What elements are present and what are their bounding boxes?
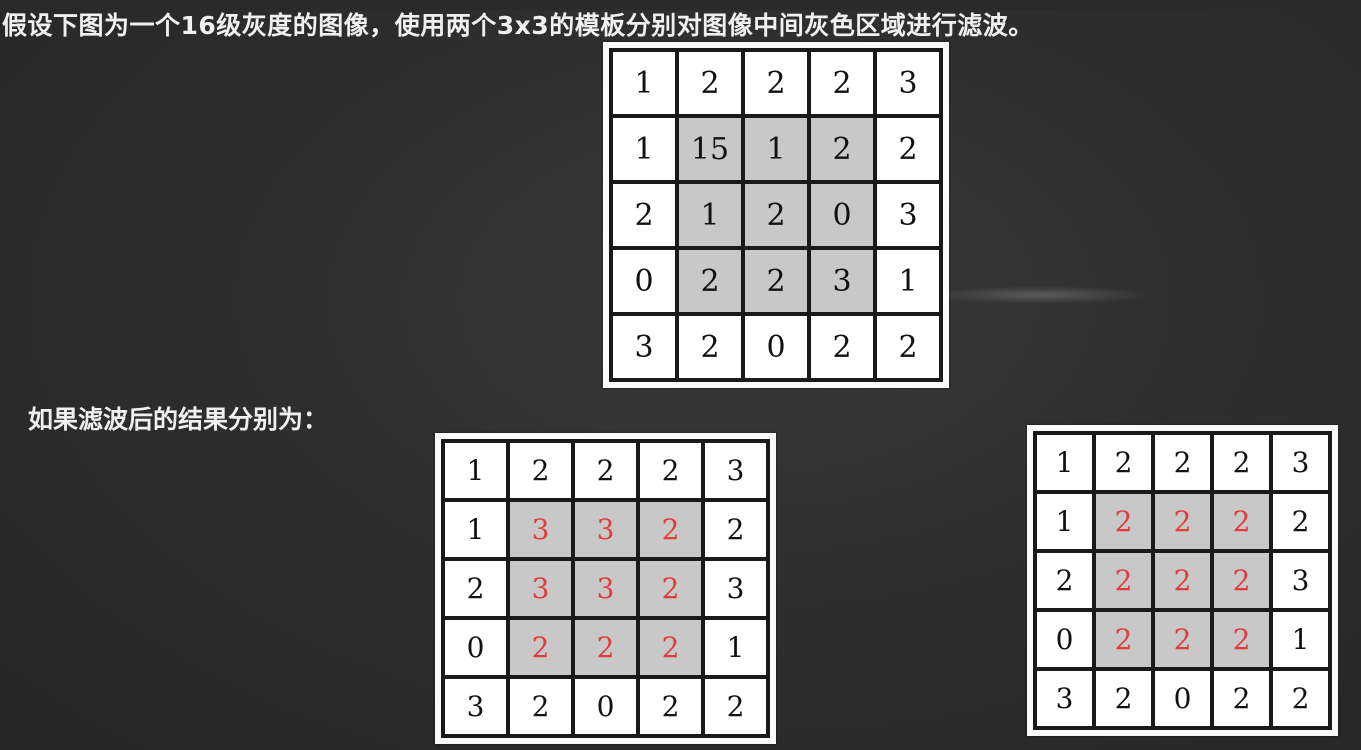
border-pixel-cell: 3 (875, 50, 941, 116)
border-pixel-cell: 2 (1212, 433, 1271, 492)
grid-row: 32022 (443, 677, 768, 736)
center-pixel-cell: 2 (1212, 610, 1271, 669)
border-pixel-cell: 2 (1094, 669, 1153, 728)
border-pixel-cell: 3 (703, 441, 768, 500)
border-pixel-cell: 2 (809, 50, 875, 116)
border-pixel-cell: 2 (703, 677, 768, 736)
screen-glare (930, 286, 1150, 304)
border-pixel-cell: 3 (1271, 433, 1330, 492)
border-pixel-cell: 3 (443, 677, 508, 736)
filtered-result-grid-a: 1222313322233230222132022 (435, 433, 776, 744)
border-pixel-cell: 2 (809, 314, 875, 380)
border-pixel-cell: 0 (443, 618, 508, 677)
original-image-grid: 1 2 2 2 3 1 15 1 2 2 2 1 2 0 3 0 2 2 3 1 3 2 0 2 2 (603, 42, 949, 388)
border-pixel-cell: 3 (1035, 669, 1094, 728)
border-pixel-cell: 2 (611, 182, 677, 248)
grid-row: 23323 (443, 559, 768, 618)
center-pixel-cell: 3 (573, 500, 638, 559)
question-text: 假设下图为一个16级灰度的图像，使用两个3x3的模板分别对图像中间灰色区域进行滤… (2, 11, 1034, 40)
grid-row: 12222 (1035, 492, 1330, 551)
grid-row: 12223 (611, 50, 941, 116)
center-pixel-cell: 2 (508, 618, 573, 677)
center-pixel-cell: 2 (1212, 551, 1271, 610)
border-pixel-cell: 2 (677, 314, 743, 380)
border-pixel-cell: 0 (1035, 610, 1094, 669)
grid-row: 12223 (1035, 433, 1330, 492)
center-pixel-cell: 3 (809, 248, 875, 314)
center-pixel-cell: 2 (638, 559, 703, 618)
border-pixel-cell: 0 (1153, 669, 1212, 728)
grid-row: 22223 (1035, 551, 1330, 610)
center-pixel-cell: 3 (508, 559, 573, 618)
grid-row: 02231 (611, 248, 941, 314)
result-b-grid-table: 1222312222222230222132022 (1033, 431, 1332, 730)
grid-row: 13322 (443, 500, 768, 559)
grid-row: 02221 (443, 618, 768, 677)
border-pixel-cell: 1 (443, 441, 508, 500)
border-pixel-cell: 2 (1035, 551, 1094, 610)
result-a-grid-table: 1222313322233230222132022 (441, 439, 770, 738)
center-pixel-cell: 3 (573, 559, 638, 618)
border-pixel-cell: 1 (875, 248, 941, 314)
grid-row: 32022 (1035, 669, 1330, 728)
center-pixel-cell: 2 (1094, 551, 1153, 610)
filtered-result-grid-b: 1222312222222230222132022 (1027, 425, 1338, 736)
center-pixel-cell: 2 (743, 182, 809, 248)
border-pixel-cell: 2 (1271, 669, 1330, 728)
border-pixel-cell: 2 (443, 559, 508, 618)
border-pixel-cell: 1 (1035, 492, 1094, 551)
border-pixel-cell: 2 (1094, 433, 1153, 492)
border-pixel-cell: 2 (638, 677, 703, 736)
grid-row: 32022 (611, 314, 941, 380)
center-pixel-cell: 0 (809, 182, 875, 248)
border-pixel-cell: 1 (1271, 610, 1330, 669)
center-pixel-cell: 2 (743, 248, 809, 314)
center-pixel-cell: 2 (1153, 551, 1212, 610)
border-pixel-cell: 2 (1271, 492, 1330, 551)
center-pixel-cell: 2 (1094, 610, 1153, 669)
center-pixel-cell: 2 (638, 500, 703, 559)
border-pixel-cell: 2 (638, 441, 703, 500)
border-pixel-cell: 1 (1035, 433, 1094, 492)
border-pixel-cell: 1 (703, 618, 768, 677)
border-pixel-cell: 1 (443, 500, 508, 559)
border-pixel-cell: 2 (508, 677, 573, 736)
original-grid-table: 1 2 2 2 3 1 15 1 2 2 2 1 2 0 3 0 2 2 3 1 3 2 0 2 2 (609, 48, 943, 382)
grid-row: 02221 (1035, 610, 1330, 669)
center-pixel-cell: 2 (1153, 492, 1212, 551)
border-pixel-cell: 1 (611, 50, 677, 116)
border-pixel-cell: 2 (875, 314, 941, 380)
center-pixel-cell: 2 (1094, 492, 1153, 551)
border-pixel-cell: 2 (743, 50, 809, 116)
border-pixel-cell: 3 (703, 559, 768, 618)
border-pixel-cell: 3 (875, 182, 941, 248)
border-pixel-cell: 2 (508, 441, 573, 500)
center-pixel-cell: 1 (743, 116, 809, 182)
border-pixel-cell: 3 (1271, 551, 1330, 610)
center-pixel-cell: 3 (508, 500, 573, 559)
center-pixel-cell: 2 (1212, 492, 1271, 551)
border-pixel-cell: 2 (573, 441, 638, 500)
center-pixel-cell: 15 (677, 116, 743, 182)
border-pixel-cell: 2 (677, 50, 743, 116)
border-pixel-cell: 0 (611, 248, 677, 314)
border-pixel-cell: 2 (1212, 669, 1271, 728)
center-pixel-cell: 2 (573, 618, 638, 677)
grid-row: 21203 (611, 182, 941, 248)
center-pixel-cell: 1 (677, 182, 743, 248)
grid-row: 12223 (443, 441, 768, 500)
border-pixel-cell: 0 (743, 314, 809, 380)
border-pixel-cell: 0 (573, 677, 638, 736)
center-pixel-cell: 2 (677, 248, 743, 314)
results-label: 如果滤波后的结果分别为： (28, 405, 329, 434)
center-pixel-cell: 2 (1153, 610, 1212, 669)
grid-row: 1 15 1 2 2 (611, 116, 941, 182)
border-pixel-cell: 2 (1153, 433, 1212, 492)
center-pixel-cell: 2 (809, 116, 875, 182)
border-pixel-cell: 3 (611, 314, 677, 380)
border-pixel-cell: 1 (611, 116, 677, 182)
border-pixel-cell: 2 (875, 116, 941, 182)
border-pixel-cell: 2 (703, 500, 768, 559)
center-pixel-cell: 2 (638, 618, 703, 677)
